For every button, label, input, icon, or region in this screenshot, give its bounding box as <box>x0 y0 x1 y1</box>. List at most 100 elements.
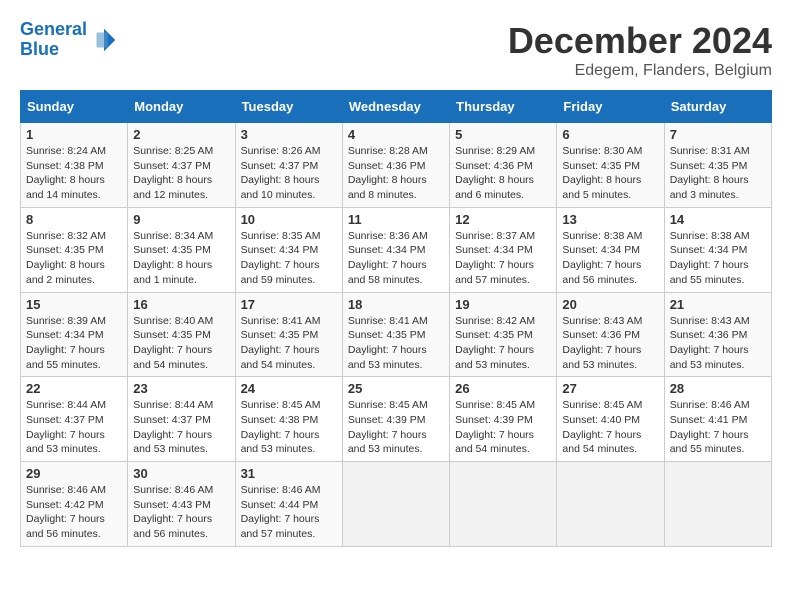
calendar-cell: 14Sunrise: 8:38 AMSunset: 4:34 PMDayligh… <box>664 207 771 292</box>
day-daylight: Daylight: 7 hours and 56 minutes. <box>133 512 229 541</box>
day-sunset: Sunset: 4:39 PM <box>348 413 444 428</box>
day-sunset: Sunset: 4:42 PM <box>26 498 122 513</box>
day-daylight: Daylight: 7 hours and 54 minutes. <box>562 428 658 457</box>
day-daylight: Daylight: 7 hours and 57 minutes. <box>455 258 551 287</box>
day-sunset: Sunset: 4:36 PM <box>670 328 766 343</box>
day-daylight: Daylight: 8 hours and 5 minutes. <box>562 173 658 202</box>
day-info: Sunrise: 8:37 AM <box>455 229 551 244</box>
day-number: 20 <box>562 297 658 312</box>
day-info: Sunrise: 8:24 AM <box>26 144 122 159</box>
calendar-week-row: 1Sunrise: 8:24 AMSunset: 4:38 PMDaylight… <box>21 123 772 208</box>
day-info: Sunrise: 8:46 AM <box>26 483 122 498</box>
day-number: 6 <box>562 127 658 142</box>
day-daylight: Daylight: 8 hours and 8 minutes. <box>348 173 444 202</box>
day-daylight: Daylight: 7 hours and 53 minutes. <box>26 428 122 457</box>
day-info: Sunrise: 8:39 AM <box>26 314 122 329</box>
day-info: Sunrise: 8:40 AM <box>133 314 229 329</box>
day-daylight: Daylight: 7 hours and 53 minutes. <box>348 428 444 457</box>
day-number: 2 <box>133 127 229 142</box>
day-sunset: Sunset: 4:39 PM <box>455 413 551 428</box>
day-info: Sunrise: 8:45 AM <box>348 398 444 413</box>
calendar-header-row: SundayMondayTuesdayWednesdayThursdayFrid… <box>21 91 772 123</box>
weekday-header-saturday: Saturday <box>664 91 771 123</box>
day-number: 12 <box>455 212 551 227</box>
day-number: 7 <box>670 127 766 142</box>
day-info: Sunrise: 8:25 AM <box>133 144 229 159</box>
calendar-cell: 27Sunrise: 8:45 AMSunset: 4:40 PMDayligh… <box>557 377 664 462</box>
day-sunset: Sunset: 4:37 PM <box>241 159 337 174</box>
day-info: Sunrise: 8:35 AM <box>241 229 337 244</box>
day-sunset: Sunset: 4:37 PM <box>133 159 229 174</box>
calendar-cell: 15Sunrise: 8:39 AMSunset: 4:34 PMDayligh… <box>21 292 128 377</box>
day-number: 28 <box>670 381 766 396</box>
day-sunset: Sunset: 4:36 PM <box>348 159 444 174</box>
calendar-cell: 10Sunrise: 8:35 AMSunset: 4:34 PMDayligh… <box>235 207 342 292</box>
weekday-header-monday: Monday <box>128 91 235 123</box>
calendar-cell: 4Sunrise: 8:28 AMSunset: 4:36 PMDaylight… <box>342 123 449 208</box>
day-daylight: Daylight: 8 hours and 12 minutes. <box>133 173 229 202</box>
day-sunset: Sunset: 4:35 PM <box>133 243 229 258</box>
calendar-cell: 23Sunrise: 8:44 AMSunset: 4:37 PMDayligh… <box>128 377 235 462</box>
day-daylight: Daylight: 7 hours and 55 minutes. <box>670 258 766 287</box>
day-sunset: Sunset: 4:36 PM <box>562 328 658 343</box>
calendar-cell <box>557 462 664 547</box>
day-info: Sunrise: 8:26 AM <box>241 144 337 159</box>
day-sunset: Sunset: 4:35 PM <box>241 328 337 343</box>
calendar-cell: 29Sunrise: 8:46 AMSunset: 4:42 PMDayligh… <box>21 462 128 547</box>
day-number: 11 <box>348 212 444 227</box>
day-daylight: Daylight: 7 hours and 54 minutes. <box>133 343 229 372</box>
day-info: Sunrise: 8:32 AM <box>26 229 122 244</box>
day-number: 22 <box>26 381 122 396</box>
day-daylight: Daylight: 7 hours and 53 minutes. <box>670 343 766 372</box>
calendar-cell: 8Sunrise: 8:32 AMSunset: 4:35 PMDaylight… <box>21 207 128 292</box>
logo-text: GeneralBlue <box>20 20 87 60</box>
calendar-cell: 5Sunrise: 8:29 AMSunset: 4:36 PMDaylight… <box>450 123 557 208</box>
day-sunset: Sunset: 4:36 PM <box>455 159 551 174</box>
day-sunset: Sunset: 4:34 PM <box>26 328 122 343</box>
calendar-week-row: 15Sunrise: 8:39 AMSunset: 4:34 PMDayligh… <box>21 292 772 377</box>
calendar-cell: 30Sunrise: 8:46 AMSunset: 4:43 PMDayligh… <box>128 462 235 547</box>
calendar-cell: 26Sunrise: 8:45 AMSunset: 4:39 PMDayligh… <box>450 377 557 462</box>
day-number: 23 <box>133 381 229 396</box>
day-daylight: Daylight: 8 hours and 14 minutes. <box>26 173 122 202</box>
day-daylight: Daylight: 8 hours and 2 minutes. <box>26 258 122 287</box>
day-number: 3 <box>241 127 337 142</box>
day-sunset: Sunset: 4:34 PM <box>348 243 444 258</box>
day-info: Sunrise: 8:28 AM <box>348 144 444 159</box>
day-sunset: Sunset: 4:37 PM <box>26 413 122 428</box>
day-info: Sunrise: 8:46 AM <box>241 483 337 498</box>
day-daylight: Daylight: 7 hours and 57 minutes. <box>241 512 337 541</box>
day-info: Sunrise: 8:46 AM <box>133 483 229 498</box>
calendar-cell: 31Sunrise: 8:46 AMSunset: 4:44 PMDayligh… <box>235 462 342 547</box>
day-number: 19 <box>455 297 551 312</box>
day-sunset: Sunset: 4:35 PM <box>562 159 658 174</box>
calendar-week-row: 22Sunrise: 8:44 AMSunset: 4:37 PMDayligh… <box>21 377 772 462</box>
day-daylight: Daylight: 7 hours and 59 minutes. <box>241 258 337 287</box>
calendar-cell: 13Sunrise: 8:38 AMSunset: 4:34 PMDayligh… <box>557 207 664 292</box>
calendar-cell: 17Sunrise: 8:41 AMSunset: 4:35 PMDayligh… <box>235 292 342 377</box>
weekday-header-friday: Friday <box>557 91 664 123</box>
day-info: Sunrise: 8:45 AM <box>241 398 337 413</box>
day-sunset: Sunset: 4:35 PM <box>455 328 551 343</box>
day-sunset: Sunset: 4:40 PM <box>562 413 658 428</box>
day-number: 31 <box>241 466 337 481</box>
calendar-cell <box>664 462 771 547</box>
calendar-week-row: 8Sunrise: 8:32 AMSunset: 4:35 PMDaylight… <box>21 207 772 292</box>
calendar-cell: 18Sunrise: 8:41 AMSunset: 4:35 PMDayligh… <box>342 292 449 377</box>
day-daylight: Daylight: 8 hours and 6 minutes. <box>455 173 551 202</box>
day-daylight: Daylight: 7 hours and 53 minutes. <box>348 343 444 372</box>
day-number: 9 <box>133 212 229 227</box>
day-daylight: Daylight: 7 hours and 55 minutes. <box>670 428 766 457</box>
calendar-table: SundayMondayTuesdayWednesdayThursdayFrid… <box>20 90 772 547</box>
day-sunset: Sunset: 4:35 PM <box>670 159 766 174</box>
day-sunset: Sunset: 4:34 PM <box>241 243 337 258</box>
day-info: Sunrise: 8:45 AM <box>562 398 658 413</box>
location-title: Edegem, Flanders, Belgium <box>508 62 772 80</box>
day-daylight: Daylight: 8 hours and 3 minutes. <box>670 173 766 202</box>
day-sunset: Sunset: 4:38 PM <box>241 413 337 428</box>
calendar-cell: 3Sunrise: 8:26 AMSunset: 4:37 PMDaylight… <box>235 123 342 208</box>
day-number: 16 <box>133 297 229 312</box>
day-info: Sunrise: 8:45 AM <box>455 398 551 413</box>
weekday-header-sunday: Sunday <box>21 91 128 123</box>
calendar-cell: 25Sunrise: 8:45 AMSunset: 4:39 PMDayligh… <box>342 377 449 462</box>
